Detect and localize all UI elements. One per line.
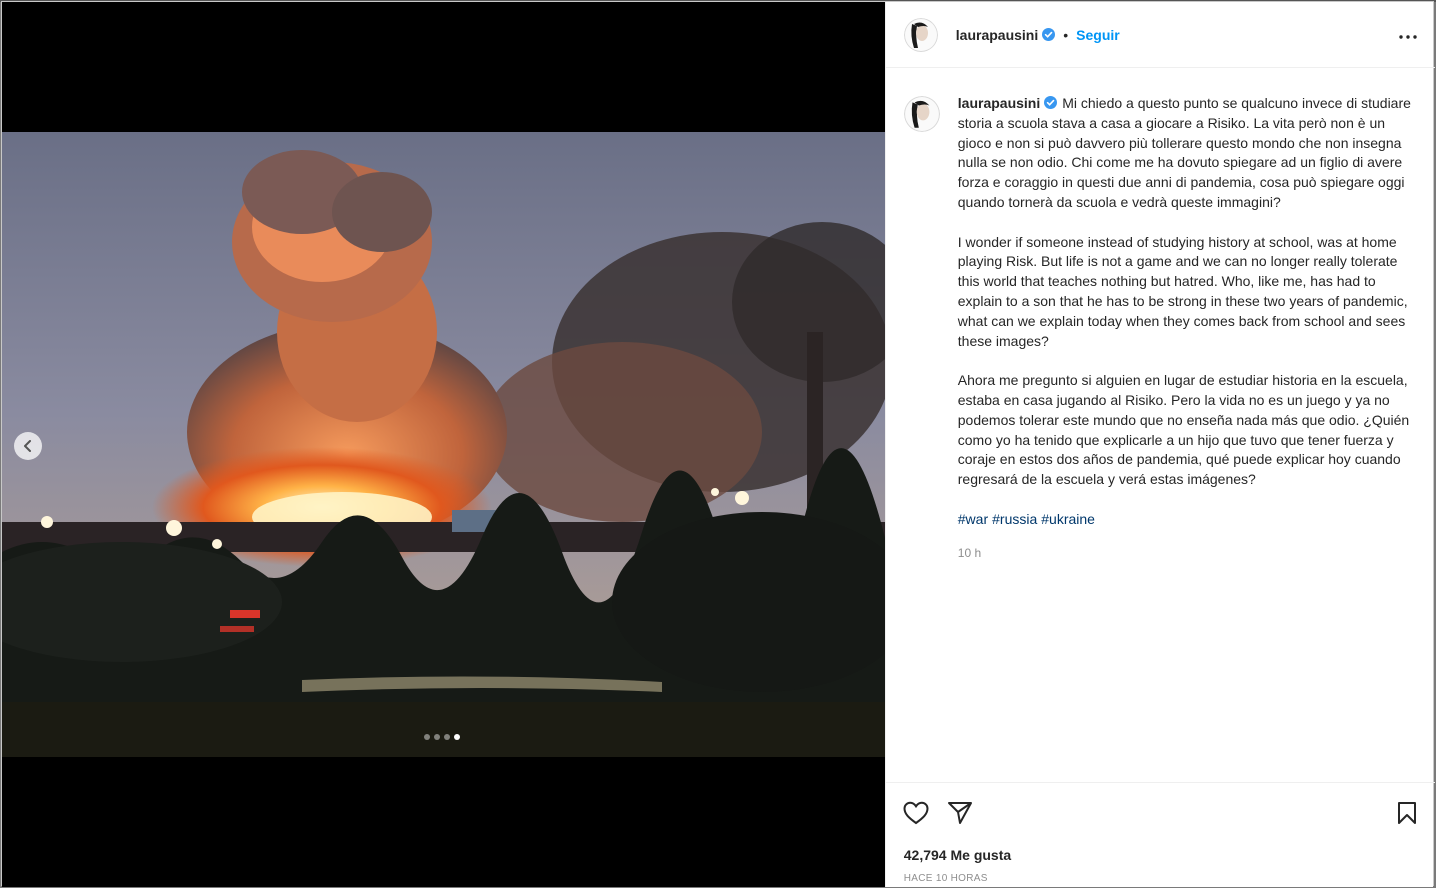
carousel-dot-active (454, 734, 460, 740)
avatar[interactable] (903, 96, 940, 132)
more-options-button[interactable] (1399, 26, 1417, 44)
caption-paragraph-it: laurapausini Mi chiedo a questo punto se … (958, 94, 1415, 213)
caption-username[interactable]: laurapausini (958, 95, 1040, 111)
username[interactable]: laurapausini (956, 27, 1038, 43)
caption-text: Mi chiedo a questo punto se qualcuno inv… (957, 95, 1415, 210)
carousel-dot (424, 734, 430, 740)
avatar[interactable] (903, 17, 938, 52)
hashtag-link[interactable]: #russia (992, 511, 1037, 527)
caption-timestamp[interactable]: 10 h (958, 544, 1415, 564)
share-button[interactable] (946, 799, 974, 827)
carousel-indicator (424, 734, 460, 740)
caption: laurapausini Mi chiedo a questo punto se … (903, 94, 1417, 563)
follow-button[interactable]: Seguir (1076, 27, 1120, 43)
hashtag-link[interactable]: #war (958, 511, 988, 527)
bookmark-icon (1397, 802, 1416, 824)
separator-dot: • (1063, 26, 1069, 43)
heart-icon (903, 801, 929, 825)
post-media (2, 2, 885, 887)
more-options-icon (1399, 35, 1417, 39)
post-side-panel: laurapausini • Seguir laurapausini Mi ch… (884, 2, 1435, 887)
chevron-left-icon (24, 440, 31, 452)
paper-plane-icon (947, 802, 972, 824)
hashtags: #war #russia #ukraine (958, 510, 1415, 530)
save-button[interactable] (1393, 799, 1421, 827)
verified-badge-icon (1044, 96, 1058, 109)
caption-paragraph-es: Ahora me pregunto si alguien en lugar de… (957, 372, 1414, 488)
carousel-dot (434, 734, 440, 740)
like-button[interactable] (902, 799, 930, 827)
comments-section: laurapausini Mi chiedo a questo punto se … (886, 68, 1435, 782)
caption-body: laurapausini Mi chiedo a questo punto se … (958, 94, 1415, 563)
post-photo (2, 132, 885, 757)
post-modal: laurapausini • Seguir laurapausini Mi ch… (1, 1, 1435, 887)
hashtag-link[interactable]: #ukraine (1041, 511, 1095, 527)
carousel-prev-button[interactable] (14, 432, 42, 460)
action-bar: 42,794 Me gusta HACE 10 HORAS (885, 782, 1435, 887)
caption-paragraph-en: I wonder if someone instead of studying … (957, 233, 1412, 349)
verified-badge-icon (1042, 28, 1056, 41)
post-timestamp[interactable]: HACE 10 HORAS (904, 873, 988, 884)
post-header: laurapausini • Seguir (885, 2, 1435, 68)
carousel-dot (444, 734, 450, 740)
likes-count[interactable]: 42,794 Me gusta (904, 847, 1011, 863)
